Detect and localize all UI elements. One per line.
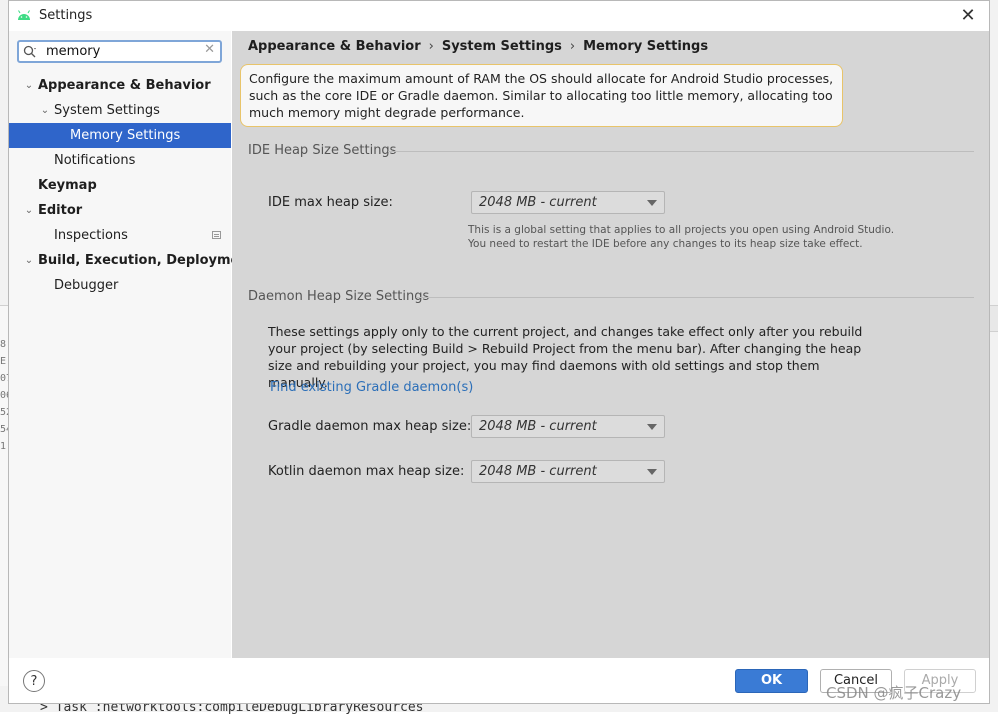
kotlin-heap-dropdown[interactable]: 2048 MB - current [471,460,665,483]
clear-search-icon[interactable]: ✕ [204,42,215,57]
ide-heap-hint-line2: You need to restart the IDE before any c… [468,238,863,250]
breadcrumb-separator: › [428,39,434,54]
sidebar-item-label: Memory Settings [70,128,181,143]
search-field[interactable]: ✕ [17,40,222,63]
project-scope-icon [212,231,221,239]
daemon-heap-section-title: Daemon Heap Size Settings [248,289,430,304]
sidebar-item-label: Editor [38,203,83,218]
sidebar-item-debugger[interactable]: Debugger [9,273,231,298]
gutter-number: 1 [0,441,7,452]
sidebar-item-build-execution-deployment[interactable]: ⌄ Build, Execution, Deployment [9,248,255,273]
sidebar-item-notifications[interactable]: Notifications [9,148,231,173]
kotlin-heap-label: Kotlin daemon max heap size: [268,464,465,479]
chevron-down-icon [647,200,657,206]
background-gutter: 8 E 07 06 52 54 1 [0,336,8,455]
breadcrumb: Appearance & Behavior › System Settings › Me… [248,39,708,54]
sidebar-item-label: Inspections [54,228,128,243]
breadcrumb-system-settings[interactable]: System Settings [442,39,562,54]
sidebar-item-editor[interactable]: ⌄ Editor [9,198,231,223]
sidebar-item-label: Build, Execution, Deployment [38,253,255,268]
title-bar: Settings ✕ [9,1,989,31]
chevron-down-icon[interactable]: ⌄ [39,98,51,123]
sidebar-item-label: Keymap [38,178,97,193]
ide-heap-dropdown[interactable]: 2048 MB - current [471,191,665,214]
breadcrumb-separator: › [569,39,576,54]
ide-heap-hint-line1: This is a global setting that applies to… [468,224,895,236]
sidebar-item-memory-settings[interactable]: Memory Settings [9,123,231,148]
chevron-down-icon[interactable]: ⌄ [23,198,35,223]
section-divider [388,151,974,152]
settings-sidebar: ✕ ⌄Appearance & Behavior⌄System Settings… [9,31,255,658]
chevron-down-icon[interactable]: ⌄ [23,73,35,98]
gradle-heap-dropdown[interactable]: 2048 MB - current [471,415,665,438]
gradle-heap-label: Gradle daemon max heap size: [268,419,472,434]
help-button[interactable]: ? [23,670,45,692]
sidebar-item-label: Debugger [54,278,119,293]
watermark: CSDN @疯子Crazy [826,684,962,702]
sidebar-item-system-settings[interactable]: ⌄ System Settings [9,98,231,123]
close-icon[interactable]: ✕ [957,5,979,27]
ide-heap-hint: This is a global setting that applies to… [468,223,894,251]
ok-button[interactable]: OK [735,669,808,693]
chevron-down-icon[interactable]: ⌄ [23,248,35,273]
ide-heap-value: 2048 MB - current [479,195,597,210]
gutter-number: E [0,356,7,367]
gradle-heap-value: 2048 MB - current [479,419,597,434]
settings-dialog: Settings ✕ ✕ ⌄Appearance & Behavior⌄Syst… [8,0,990,704]
ide-heap-section-title: IDE Heap Size Settings [248,143,397,158]
sidebar-item-label: System Settings [54,103,160,118]
search-input[interactable] [46,43,196,60]
gutter-number: 06 [0,390,8,401]
chevron-down-icon [647,469,657,475]
settings-content: Appearance & Behavior › System Settings › Me… [232,31,989,658]
gutter-number: 54 [0,424,8,435]
section-divider [416,297,974,298]
description-tooltip: Configure the maximum amount of RAM the … [240,64,843,127]
breadcrumb-memory-settings: Memory Settings [583,39,709,54]
gutter-number: 07 [0,373,8,384]
find-gradle-daemons-link[interactable]: Find existing Gradle daemon(s) [270,380,473,395]
settings-tree: ⌄ Appearance & Behavior ⌄ System Settings Me… [9,73,255,298]
kotlin-heap-value: 2048 MB - current [479,464,597,479]
search-icon [23,44,37,62]
sidebar-item-inspections[interactable]: Inspections [9,223,231,248]
gutter-number: 8 [0,339,7,350]
gutter-number: 52 [0,407,8,418]
chevron-down-icon [647,424,657,430]
breadcrumb-appearance[interactable]: Appearance & Behavior [248,39,421,54]
background-right-strip [990,305,998,332]
window-title: Settings [39,8,93,23]
sidebar-item-keymap[interactable]: Keymap [9,173,231,198]
sidebar-item-label: Notifications [54,153,136,168]
sidebar-item-label: Appearance & Behavior [38,78,211,93]
ide-heap-label: IDE max heap size: [268,195,393,210]
android-icon [18,10,30,20]
sidebar-item-appearance-behavior[interactable]: ⌄ Appearance & Behavior [9,73,231,98]
